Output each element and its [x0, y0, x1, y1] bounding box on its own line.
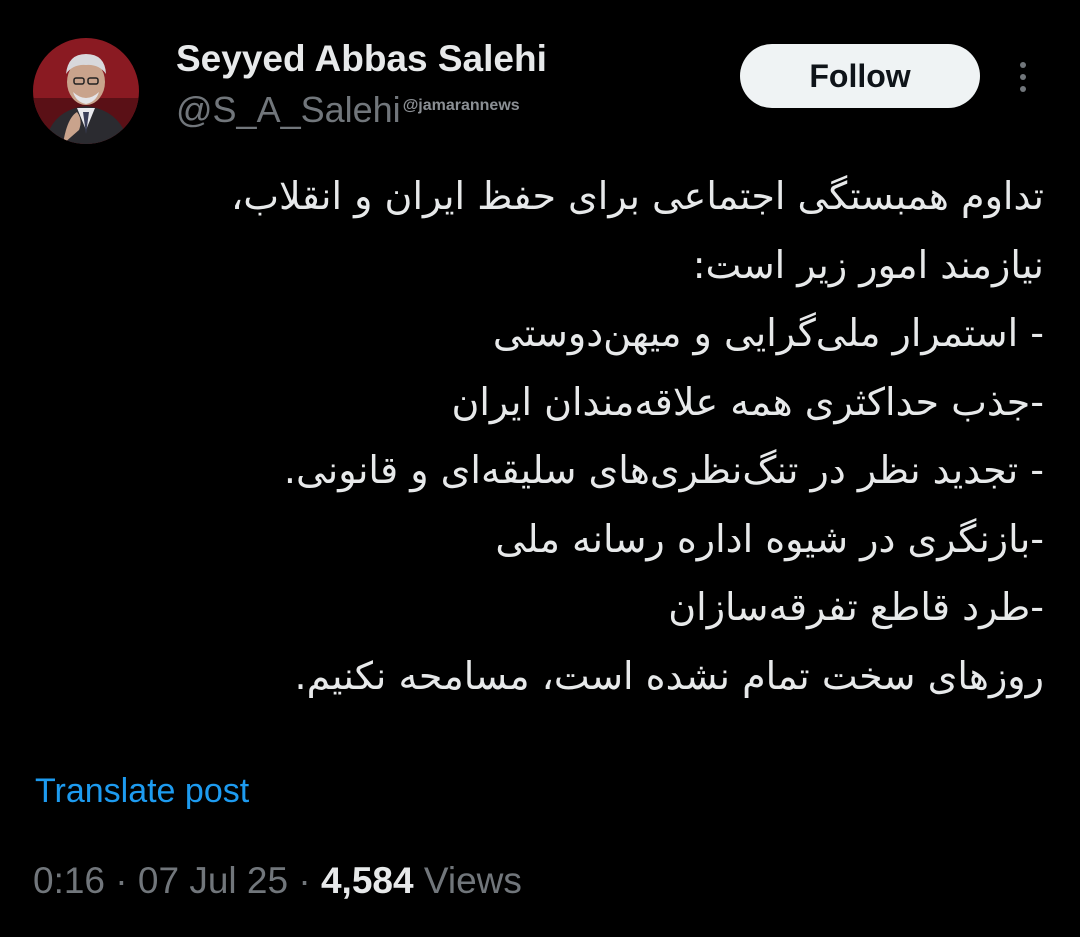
views-label: Views: [423, 860, 522, 901]
post-line: نیازمند امور زیر است:: [692, 242, 1044, 287]
post-meta: 0:16 · 07 Jul 25 · 4,584 Views: [33, 860, 522, 902]
avatar-photo: [33, 38, 139, 144]
post-line: - استمرار ملی‌گرایی و میهن‌دوستی: [492, 311, 1044, 355]
handle-row: @S_A_Salehi @jamarannews: [176, 89, 520, 131]
translate-post-link[interactable]: Translate post: [35, 772, 249, 811]
follow-button[interactable]: Follow: [740, 44, 980, 108]
views-count[interactable]: 4,584: [321, 860, 414, 901]
meta-separator: ·: [115, 860, 128, 901]
post-date[interactable]: 07 Jul 25: [138, 860, 288, 901]
post-time[interactable]: 0:16: [33, 860, 105, 901]
more-vertical-icon: [1020, 62, 1026, 92]
post-line: -جذب حداکثری همه علاقه‌مندان ایران: [451, 379, 1044, 424]
more-options-button[interactable]: [1008, 58, 1038, 98]
post-line: - تجدید نظر در تنگ‌نظری‌های سلیقه‌ای و ق…: [283, 448, 1044, 492]
author-handle[interactable]: @S_A_Salehi: [176, 89, 401, 130]
post-line: روزهای سخت تمام نشده است، مسامحه نکنیم.: [294, 653, 1044, 698]
post-text: تداوم همبستگی اجتماعی برای حفظ ایران و ا…: [34, 162, 1044, 710]
avatar[interactable]: [33, 38, 139, 144]
watermark: @jamarannews: [402, 97, 520, 114]
post-line: -بازنگری در شیوه اداره رسانه ملی: [495, 516, 1044, 561]
meta-separator: ·: [298, 860, 311, 901]
post-line: تداوم همبستگی اجتماعی برای حفظ ایران و ا…: [230, 174, 1044, 218]
author-display-name[interactable]: Seyyed Abbas Salehi: [176, 38, 547, 80]
post-line: -طرد قاطع تفرقه‌سازان: [668, 585, 1044, 629]
